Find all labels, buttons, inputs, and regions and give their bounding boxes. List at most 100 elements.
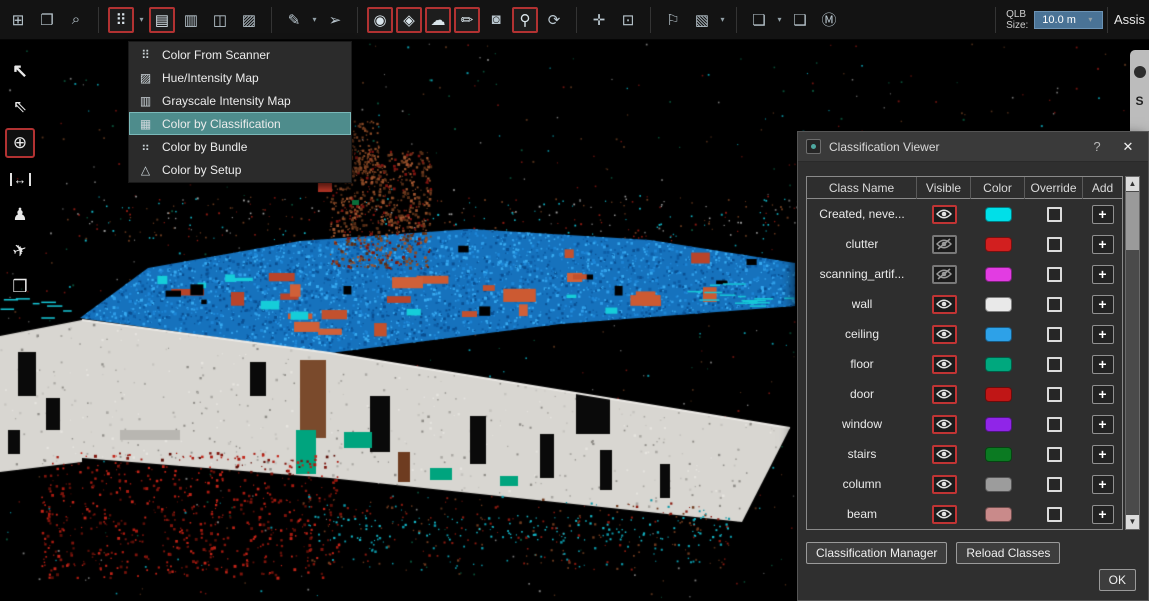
reload-classes-button[interactable]: Reload Classes	[956, 542, 1060, 564]
fly-button[interactable]: ✈	[5, 236, 35, 266]
add-class-button[interactable]: +	[1092, 205, 1114, 224]
new-window-button[interactable]: ⊞	[5, 7, 31, 33]
move-axes-button[interactable]: ✛	[586, 7, 612, 33]
color-swatch[interactable]	[985, 417, 1012, 432]
override-checkbox[interactable]	[1047, 357, 1062, 372]
visibility-toggle-button[interactable]	[932, 325, 957, 344]
select-elements-button[interactable]: ⇖	[5, 92, 35, 122]
menu-item-hue-intensity-map[interactable]: ▨Hue/Intensity Map	[129, 66, 351, 89]
add-class-button[interactable]: +	[1092, 235, 1114, 254]
visibility-toggle-button[interactable]	[932, 235, 957, 254]
add-class-button[interactable]: +	[1092, 385, 1114, 404]
assist-panel-tab[interactable]: Assis	[1114, 12, 1145, 27]
image-view-button[interactable]: ▨	[236, 7, 262, 33]
color-swatch[interactable]	[985, 267, 1012, 282]
scroll-down-icon[interactable]: ▼	[1126, 515, 1139, 529]
marker-pen-button[interactable]: ✏	[454, 7, 480, 33]
panorama-view-button[interactable]: ◫	[207, 7, 233, 33]
chevron-down-icon[interactable]: ▾	[775, 15, 784, 24]
add-class-button[interactable]: +	[1092, 325, 1114, 344]
walkthrough-button[interactable]: ♟	[5, 200, 35, 230]
override-checkbox[interactable]	[1047, 477, 1062, 492]
visibility-toggle-button[interactable]	[932, 445, 957, 464]
chevron-down-icon[interactable]: ▾	[718, 15, 727, 24]
brush-button[interactable]: ✎	[281, 7, 307, 33]
visibility-toggle-button[interactable]	[932, 205, 957, 224]
override-checkbox[interactable]	[1047, 207, 1062, 222]
color-swatch[interactable]	[985, 447, 1012, 462]
help-button[interactable]: ?	[1086, 139, 1108, 154]
assist-side-panel[interactable]: S	[1130, 50, 1149, 138]
menu-item-color-by-classification[interactable]: ▦Color by Classification	[129, 112, 351, 135]
add-class-button[interactable]: +	[1092, 505, 1114, 524]
camera-button[interactable]: ◙	[483, 7, 509, 33]
cube-solid-button[interactable]: ❏	[746, 7, 772, 33]
override-checkbox[interactable]	[1047, 297, 1062, 312]
scrollbar-thumb[interactable]	[1126, 192, 1139, 250]
override-checkbox[interactable]	[1047, 447, 1062, 462]
selection-mode-button[interactable]: ▧	[689, 7, 715, 33]
tag-button[interactable]: ◈	[396, 7, 422, 33]
color-swatch[interactable]	[985, 237, 1012, 252]
color-swatch[interactable]	[985, 327, 1012, 342]
cube-wireframe-button[interactable]: ❑	[787, 7, 813, 33]
visibility-toggle-button[interactable]	[932, 265, 957, 284]
override-checkbox[interactable]	[1047, 267, 1062, 282]
add-class-button[interactable]: +	[1092, 295, 1114, 314]
color-swatch[interactable]	[985, 297, 1012, 312]
ok-button[interactable]: OK	[1099, 569, 1136, 591]
scroll-up-icon[interactable]: ▲	[1126, 177, 1139, 191]
color-swatch[interactable]	[985, 387, 1012, 402]
color-swatch[interactable]	[985, 357, 1012, 372]
clipping-box-button[interactable]: ❒	[5, 272, 35, 302]
point-cloud-button[interactable]: ☁	[425, 7, 451, 33]
qlb-size-dropdown[interactable]: 10.0 m ▾	[1034, 11, 1103, 29]
add-class-button[interactable]: +	[1092, 355, 1114, 374]
scan-target-button[interactable]: ◉	[367, 7, 393, 33]
add-class-button[interactable]: +	[1092, 415, 1114, 434]
visibility-toggle-button[interactable]	[932, 505, 957, 524]
override-checkbox[interactable]	[1047, 327, 1062, 342]
color-swatch[interactable]	[985, 507, 1012, 522]
close-button[interactable]: ✕	[1116, 139, 1140, 155]
color-swatch[interactable]	[985, 477, 1012, 492]
classification-manager-button[interactable]: Classification Manager	[806, 542, 947, 564]
registration-button[interactable]: ⟳	[541, 7, 567, 33]
grayscale-view-button[interactable]: ▥	[178, 7, 204, 33]
visibility-toggle-button[interactable]	[932, 475, 957, 494]
menu-item-color-from-scanner[interactable]: ⠿Color From Scanner	[129, 43, 351, 66]
menu-item-color-by-setup[interactable]: △Color by Setup	[129, 158, 351, 181]
override-checkbox[interactable]	[1047, 507, 1062, 522]
override-checkbox[interactable]	[1047, 237, 1062, 252]
menu-item-color-by-bundle[interactable]: ⠶Color by Bundle	[129, 135, 351, 158]
cube-mesh-button[interactable]: Ⓜ	[816, 7, 842, 33]
override-cell	[1025, 507, 1083, 522]
vertical-scrollbar[interactable]: ▲ ▼	[1125, 176, 1140, 530]
distribute-box-button[interactable]: ⊡	[615, 7, 641, 33]
setup-flag-button[interactable]: ⚐	[660, 7, 686, 33]
pick-cursor-button[interactable]: ➢	[322, 7, 348, 33]
menu-item-grayscale-intensity-map[interactable]: ▥Grayscale Intensity Map	[129, 89, 351, 112]
color-mode-button[interactable]: ⠿	[108, 7, 134, 33]
duplicate-window-button[interactable]: ❐	[34, 7, 60, 33]
override-checkbox[interactable]	[1047, 417, 1062, 432]
location-pin-button[interactable]: ⚲	[512, 7, 538, 33]
grayscale-view-icon: ▥	[184, 11, 198, 29]
orbit-button[interactable]: ⊕	[5, 128, 35, 158]
chevron-down-icon[interactable]: ▾	[310, 15, 319, 24]
select-arrow-button[interactable]: ↖	[5, 56, 35, 86]
override-checkbox[interactable]	[1047, 387, 1062, 402]
color-swatch[interactable]	[985, 207, 1012, 222]
zoom-button[interactable]: ⌕	[63, 7, 89, 33]
add-class-button[interactable]: +	[1092, 475, 1114, 494]
class-name-cell: clutter	[807, 237, 917, 251]
visibility-toggle-button[interactable]	[932, 355, 957, 374]
visibility-toggle-button[interactable]	[932, 385, 957, 404]
add-class-button[interactable]: +	[1092, 265, 1114, 284]
add-class-button[interactable]: +	[1092, 445, 1114, 464]
visibility-toggle-button[interactable]	[932, 295, 957, 314]
chevron-down-icon[interactable]: ▾	[137, 15, 146, 24]
pan-button[interactable]: ↔	[5, 164, 35, 194]
color-by-classification-button[interactable]: ▤	[149, 7, 175, 33]
visibility-toggle-button[interactable]	[932, 415, 957, 434]
